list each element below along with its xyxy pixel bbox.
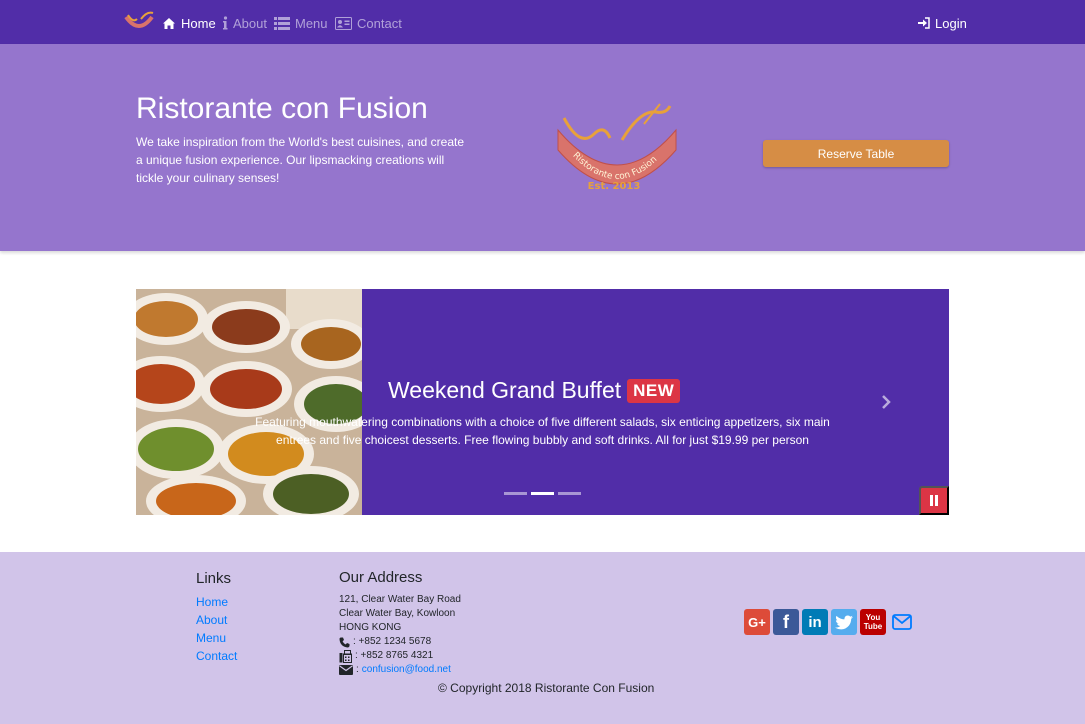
carousel-indicators [504, 492, 581, 495]
nav-about[interactable]: About [222, 14, 267, 32]
envelope-icon [339, 665, 353, 675]
fax-number: : +852 8765 4321 [355, 650, 434, 661]
carousel-indicator-1[interactable] [504, 492, 527, 495]
footer-link-home[interactable]: Home [196, 595, 237, 613]
hero-text: We take inspiration from the World's bes… [136, 135, 465, 185]
fax-line: : +852 8765 4321 [339, 649, 461, 663]
footer-link-contact[interactable]: Contact [196, 649, 237, 667]
footer-link-about[interactable]: About [196, 613, 237, 631]
restaurant-logo: Ristorante con Fusion Est. 2013 [557, 103, 677, 192]
address-heading: Our Address [339, 569, 423, 586]
brand-logo[interactable] [122, 9, 156, 35]
fax-icon [339, 649, 352, 663]
footer-link-menu[interactable]: Menu [196, 631, 237, 649]
email-link[interactable]: confusion@food.net [362, 663, 451, 677]
sign-in-icon [918, 17, 930, 29]
nav-menu-label: Menu [295, 15, 328, 31]
buffet-image [136, 289, 362, 515]
carousel: Weekend Grand Buffet NEW Featuring mouth… [136, 289, 949, 515]
list-icon [274, 16, 290, 30]
youtube-icon[interactable]: You Tube [860, 609, 886, 635]
footer-links: Home About Menu Contact [196, 595, 237, 667]
google-plus-glyph: G+ [748, 614, 766, 630]
nav-home-label: Home [181, 15, 216, 31]
address-card-icon [335, 16, 352, 30]
carousel-indicator-2[interactable] [531, 492, 554, 495]
carousel-indicator-3[interactable] [558, 492, 581, 495]
new-badge: NEW [627, 378, 681, 403]
address-line-2: Clear Water Bay, Kowloon [339, 608, 456, 619]
phone-number: : +852 1234 5678 [353, 636, 432, 647]
mail-icon[interactable] [889, 609, 915, 635]
nav-menu[interactable]: Menu [274, 14, 328, 32]
slide-title: Weekend Grand Buffet NEW [388, 377, 681, 404]
linkedin-icon[interactable]: in [802, 609, 828, 635]
carousel-pause-button[interactable] [919, 486, 949, 515]
links-heading: Links [196, 570, 232, 587]
facebook-glyph: f [783, 611, 789, 632]
nav-contact-label: Contact [357, 15, 402, 31]
pause-icon [930, 495, 938, 506]
login-link[interactable]: Login [918, 14, 967, 32]
phone-line: : +852 1234 5678 [339, 635, 461, 649]
navbar: Home About Menu Contact Login [0, 0, 1085, 44]
nav-about-label: About [233, 15, 267, 31]
carousel-next-button[interactable] [878, 392, 894, 412]
email-prefix: : [356, 664, 359, 675]
hero-title: Ristorante con Fusion [136, 92, 428, 125]
home-icon [163, 17, 175, 29]
youtube-glyph: You Tube [863, 613, 883, 631]
chevron-right-icon [882, 395, 891, 409]
reserve-table-button[interactable]: Reserve Table [763, 140, 949, 167]
twitter-icon[interactable] [831, 609, 857, 635]
copyright-text: © Copyright 2018 Ristorante Con Fusion [438, 681, 655, 695]
slide-title-text: Weekend Grand Buffet [388, 377, 622, 403]
facebook-icon[interactable]: f [773, 609, 799, 635]
address-block: 121, Clear Water Bay Road Clear Water Ba… [339, 593, 461, 677]
social-icons: G+ f in You Tube [744, 609, 915, 635]
nav-contact[interactable]: Contact [335, 14, 402, 32]
nav-home[interactable]: Home [162, 14, 216, 32]
logo-est: Est. 2013 [588, 181, 641, 192]
footer: Links Home About Menu Contact Our Addres… [0, 552, 1085, 724]
info-icon [223, 16, 228, 30]
envelope-outline-icon [892, 614, 912, 630]
slide-description: Featuring mouthwatering combinations wit… [255, 415, 830, 447]
jumbotron: Ristorante con Fusion We take inspiratio… [0, 44, 1085, 251]
email-line: : confusion@food.net [339, 663, 461, 677]
twitter-bird-icon [835, 615, 853, 629]
address-line-1: 121, Clear Water Bay Road [339, 594, 461, 605]
login-label: Login [935, 15, 967, 31]
google-plus-icon[interactable]: G+ [744, 609, 770, 635]
phone-icon [339, 637, 350, 647]
address-line-3: HONG KONG [339, 622, 402, 633]
linkedin-glyph: in [808, 613, 822, 631]
